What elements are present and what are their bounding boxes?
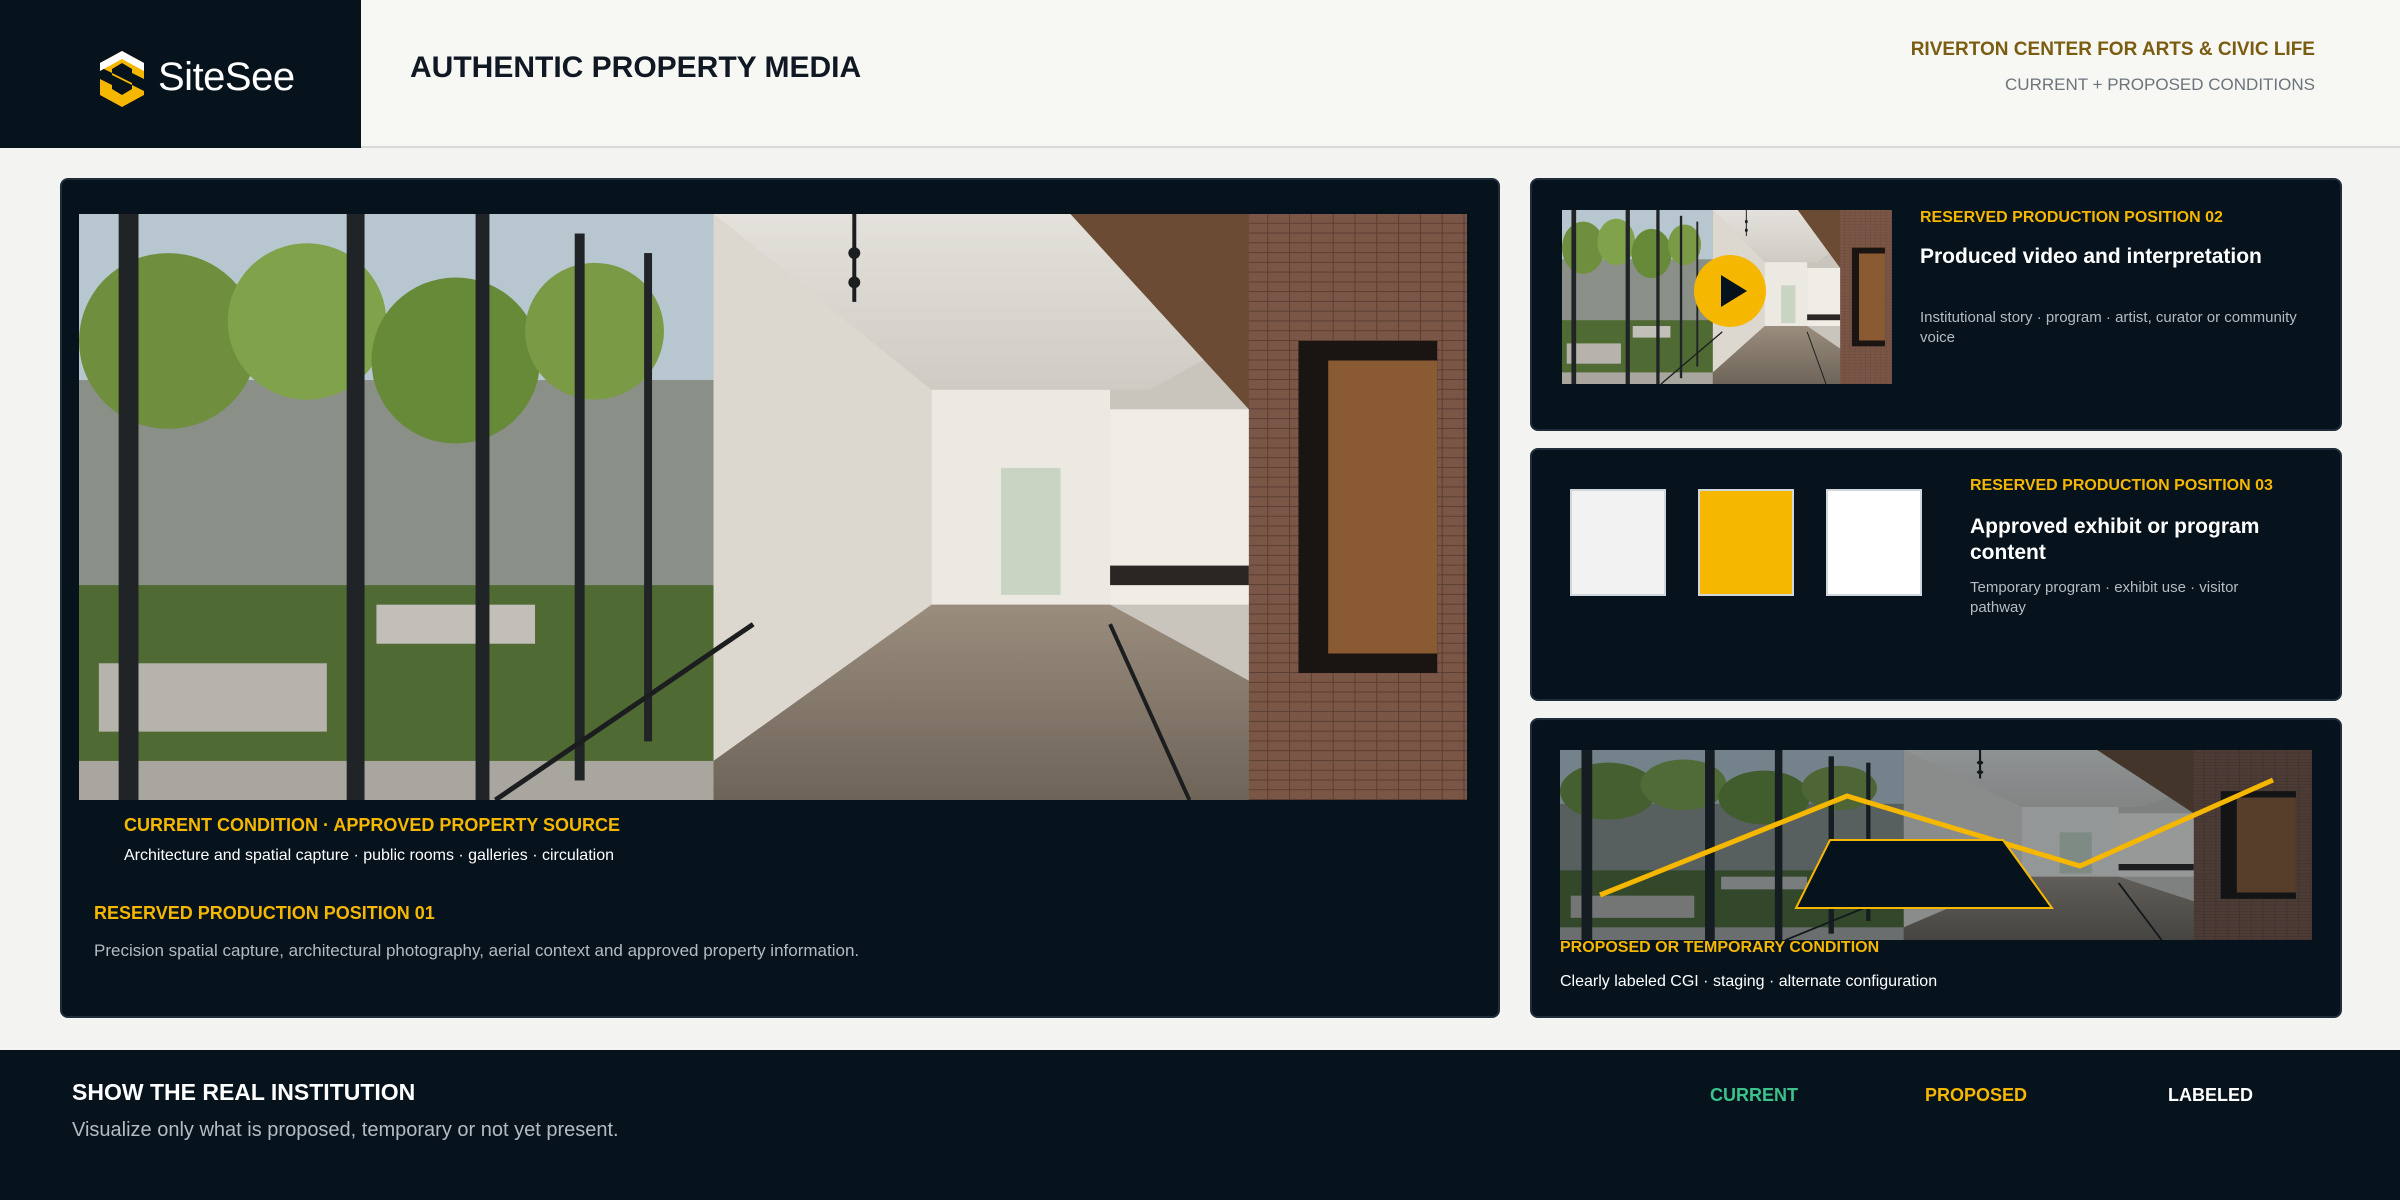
- footer-subtitle: Visualize only what is proposed, tempora…: [72, 1119, 619, 1141]
- header-bar: SiteSee AUTHENTIC PROPERTY MEDIA RIVERTO…: [0, 0, 2400, 148]
- exhibit-swatch-light[interactable]: [1570, 489, 1666, 596]
- brand-name: SiteSee: [158, 55, 295, 99]
- footer-bar: SHOW THE REAL INSTITUTION Visualize only…: [0, 1050, 2400, 1200]
- legend-current: CURRENT: [1710, 1085, 1798, 1105]
- reserved-position-01-desc: Precision spatial capture, architectural…: [94, 941, 860, 960]
- exhibit-swatch-gold[interactable]: [1698, 489, 1794, 596]
- exhibit-swatch-white[interactable]: [1826, 489, 1922, 596]
- play-icon: [1721, 275, 1747, 307]
- play-button[interactable]: [1694, 255, 1766, 327]
- main-media-panel[interactable]: CURRENT CONDITION · APPROVED PROPERTY SO…: [60, 178, 1500, 1018]
- legend-labeled: LABELED: [2168, 1085, 2253, 1105]
- conditions-subtitle: CURRENT + PROPOSED CONDITIONS: [2005, 75, 2315, 94]
- footer-title: SHOW THE REAL INSTITUTION: [72, 1079, 416, 1105]
- proposed-condition-tag: PROPOSED OR TEMPORARY CONDITION: [1560, 939, 1880, 956]
- proposed-panel[interactable]: PROPOSED OR TEMPORARY CONDITION Clearly …: [1530, 718, 2342, 1018]
- legend-proposed: PROPOSED: [1925, 1085, 2028, 1105]
- sitesee-logo-icon: [100, 51, 144, 107]
- video-panel[interactable]: RESERVED PRODUCTION POSITION 02 Produced…: [1530, 178, 2342, 431]
- brand-block[interactable]: SiteSee: [0, 0, 361, 148]
- exhibit-desc: Temporary program · exhibit use · visito…: [1970, 579, 2239, 616]
- current-condition-subcaption: Architecture and spatial capture · publi…: [124, 847, 614, 864]
- exhibit-panel[interactable]: RESERVED PRODUCTION POSITION 03 Approved…: [1530, 448, 2342, 701]
- reserved-position-02-tag: RESERVED PRODUCTION POSITION 02: [1920, 209, 2223, 226]
- institution-name: RIVERTON CENTER FOR ARTS & CIVIC LIFE: [1910, 39, 2315, 60]
- current-condition-caption: CURRENT CONDITION · APPROVED PROPERTY SO…: [124, 815, 621, 835]
- reserved-position-01-title: RESERVED PRODUCTION POSITION 01: [94, 903, 435, 923]
- proposed-condition-image[interactable]: [1560, 750, 2312, 940]
- video-heading: Produced video and interpretation: [1920, 245, 2262, 268]
- exhibit-heading: Approved exhibit or program content: [1970, 515, 2260, 564]
- proposed-condition-desc: Clearly labeled CGI · staging · alternat…: [1560, 973, 1938, 990]
- video-desc: Institutional story · program · artist, …: [1920, 309, 2297, 346]
- reserved-position-03-tag: RESERVED PRODUCTION POSITION 03: [1970, 477, 2273, 494]
- page-title: AUTHENTIC PROPERTY MEDIA: [410, 51, 862, 84]
- main-gallery-photo[interactable]: [79, 214, 1467, 800]
